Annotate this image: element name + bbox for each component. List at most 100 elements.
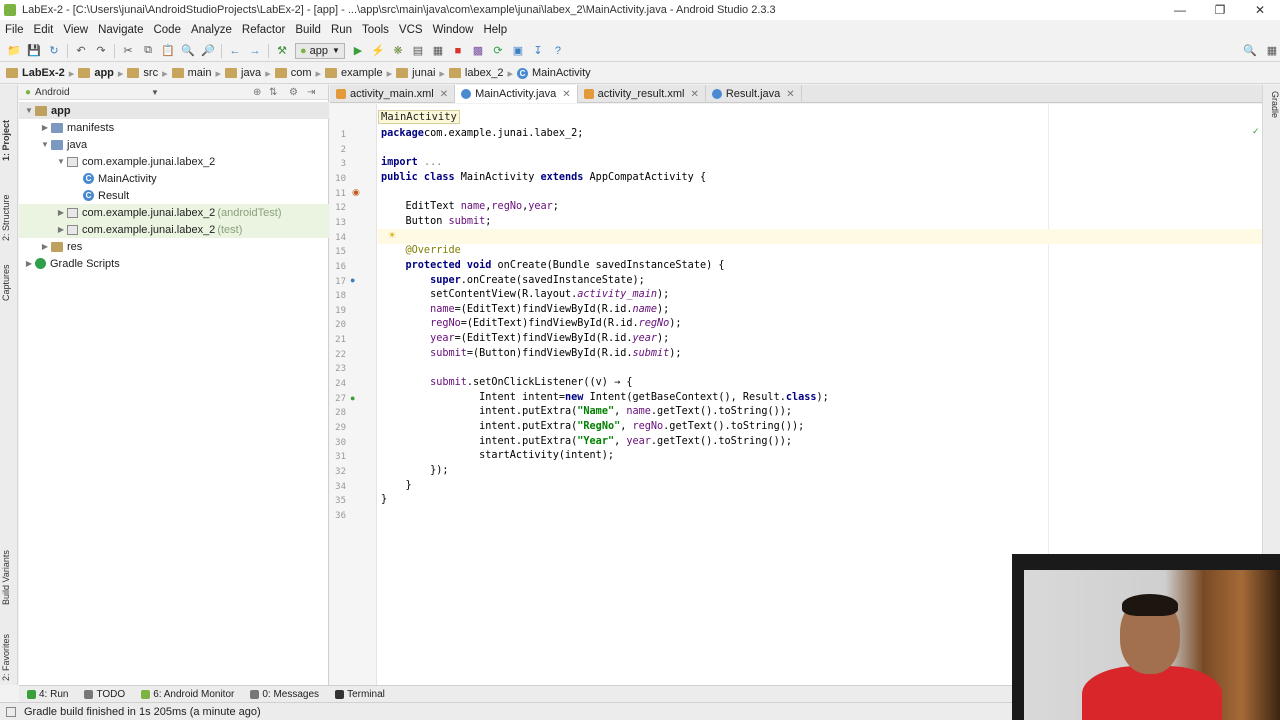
breadcrumb-item[interactable]: java <box>225 67 261 79</box>
run-icon[interactable]: ▶ <box>350 43 366 59</box>
override-gutter-icon[interactable]: ◉ <box>352 187 360 198</box>
menu-code[interactable]: Code <box>148 24 186 36</box>
menu-tools[interactable]: Tools <box>357 24 394 36</box>
apply-changes-icon[interactable]: ⚡ <box>370 43 386 59</box>
override-method-icon[interactable]: ● <box>350 275 355 285</box>
chevron-down-icon[interactable]: ▼ <box>151 88 159 97</box>
chevron-down-icon[interactable]: ▼ <box>39 140 51 149</box>
tool-tab-gradle[interactable]: Gradle <box>1264 91 1280 141</box>
open-folder-icon[interactable]: 📁 <box>6 43 22 59</box>
tree-item-res[interactable]: ▶ res <box>19 238 329 255</box>
tool-tab-android-monitor[interactable]: 6: Android Monitor <box>133 689 242 700</box>
breadcrumb-item[interactable]: LabEx-2 <box>6 67 65 79</box>
forward-icon[interactable]: → <box>247 43 263 59</box>
breadcrumb-item[interactable]: app <box>78 67 114 79</box>
breadcrumb-item[interactable]: labex_2 <box>448 67 503 79</box>
copy-icon[interactable]: ⧉ <box>140 43 156 59</box>
gear-icon[interactable]: ⚙ <box>289 87 298 98</box>
help-icon[interactable]: ? <box>550 43 566 59</box>
tool-tab-project[interactable]: 1: Project <box>1 91 17 161</box>
close-button[interactable]: ✕ <box>1240 0 1280 20</box>
breadcrumb-item[interactable]: example <box>325 67 383 79</box>
sync-icon[interactable]: ↻ <box>46 43 62 59</box>
breadcrumb-item[interactable]: com <box>274 67 312 79</box>
menu-file[interactable]: File <box>0 24 29 36</box>
tree-item-package-test[interactable]: ▶ com.example.junai.labex_2 (test) <box>19 221 329 238</box>
tree-item-java[interactable]: ▼ java <box>19 136 329 153</box>
tree-item-package-androidtest[interactable]: ▶ com.example.junai.labex_2 (androidTest… <box>19 204 329 221</box>
breadcrumb-item[interactable]: main <box>171 67 211 79</box>
menu-run[interactable]: Run <box>326 24 357 36</box>
close-icon[interactable]: ✕ <box>786 89 794 100</box>
lightbulb-icon[interactable]: ☀ <box>388 230 396 241</box>
replace-icon[interactable]: 🔎 <box>200 43 216 59</box>
close-icon[interactable]: ✕ <box>562 89 570 100</box>
tree-item-package[interactable]: ▼ com.example.junai.labex_2 <box>19 153 329 170</box>
tool-tab-build-variants[interactable]: Build Variants <box>1 525 17 605</box>
close-icon[interactable]: ✕ <box>690 89 698 100</box>
project-structure-icon[interactable]: ▣ <box>510 43 526 59</box>
chevron-down-icon[interactable]: ▼ <box>23 106 35 115</box>
chevron-right-icon[interactable]: ▶ <box>55 225 67 234</box>
menu-build[interactable]: Build <box>290 24 326 36</box>
menu-window[interactable]: Window <box>428 24 479 36</box>
stop-icon[interactable]: ■ <box>450 43 466 59</box>
hide-icon[interactable]: ⇥ <box>307 87 315 98</box>
tool-windows-icon[interactable] <box>6 706 16 717</box>
tree-item-gradle-scripts[interactable]: ▶ Gradle Scripts <box>19 255 329 272</box>
menu-refactor[interactable]: Refactor <box>237 24 290 36</box>
gradle-sync-icon[interactable]: ⟳ <box>490 43 506 59</box>
attach-debugger-icon[interactable]: ▦ <box>430 43 446 59</box>
find-icon[interactable]: 🔍 <box>180 43 196 59</box>
profile-icon[interactable]: ▤ <box>410 43 426 59</box>
collapse-icon[interactable]: ⇅ <box>269 87 277 98</box>
menu-navigate[interactable]: Navigate <box>93 24 148 36</box>
menu-vcs[interactable]: VCS <box>394 24 428 36</box>
run-config-select[interactable]: ● app ▼ <box>295 42 345 59</box>
chevron-right-icon[interactable]: ▶ <box>55 208 67 217</box>
restore-button[interactable]: ❐ <box>1200 0 1240 20</box>
save-all-icon[interactable]: 💾 <box>26 43 42 59</box>
tool-tab-messages[interactable]: 0: Messages <box>242 689 327 700</box>
cut-icon[interactable]: ✂ <box>120 43 136 59</box>
tool-tab-run[interactable]: 4: Run <box>19 689 76 700</box>
chevron-right-icon[interactable]: ▶ <box>23 259 35 268</box>
tree-item-mainactivity[interactable]: C MainActivity <box>19 170 329 187</box>
tool-tab-terminal[interactable]: Terminal <box>327 689 393 700</box>
chevron-right-icon[interactable]: ▶ <box>39 242 51 251</box>
menu-view[interactable]: View <box>58 24 93 36</box>
tab-activity-result-xml[interactable]: activity_result.xml ✕ <box>578 85 706 103</box>
paste-icon[interactable]: 📋 <box>160 43 176 59</box>
tool-tab-favorites[interactable]: 2: Favorites <box>1 611 17 681</box>
redo-icon[interactable]: ↷ <box>93 43 109 59</box>
undo-icon[interactable]: ↶ <box>73 43 89 59</box>
close-icon[interactable]: ✕ <box>440 89 448 100</box>
breadcrumb-item[interactable]: C MainActivity <box>517 67 591 79</box>
tool-tab-captures[interactable]: Captures <box>1 241 17 301</box>
tree-item-app[interactable]: ▼ app <box>19 102 329 119</box>
lambda-gutter-icon[interactable]: ● <box>350 393 355 403</box>
breadcrumb-item[interactable]: src <box>127 67 158 79</box>
tree-item-result[interactable]: C Result <box>19 187 329 204</box>
tab-activity-main-xml[interactable]: activity_main.xml ✕ <box>330 85 456 103</box>
menu-help[interactable]: Help <box>478 24 512 36</box>
breadcrumb-item[interactable]: junai <box>396 67 435 79</box>
menu-edit[interactable]: Edit <box>29 24 59 36</box>
debug-icon[interactable]: ❋ <box>390 43 406 59</box>
avd-manager-icon[interactable]: ▩ <box>470 43 486 59</box>
menu-analyze[interactable]: Analyze <box>186 24 237 36</box>
minimize-button[interactable]: — <box>1160 0 1200 20</box>
chevron-right-icon[interactable]: ▶ <box>39 123 51 132</box>
tool-tab-todo[interactable]: TODO <box>76 689 133 700</box>
chevron-down-icon[interactable]: ▼ <box>55 157 67 166</box>
make-project-icon[interactable]: ⚒ <box>274 43 290 59</box>
project-view-mode[interactable]: Android <box>35 87 69 98</box>
back-icon[interactable]: ← <box>227 43 243 59</box>
presentation-icon[interactable]: ▦ <box>1264 43 1280 59</box>
search-everywhere-icon[interactable]: 🔍 <box>1242 43 1258 59</box>
tab-mainactivity-java[interactable]: MainActivity.java ✕ <box>455 85 578 103</box>
tool-tab-structure[interactable]: 2: Structure <box>1 161 17 241</box>
tab-result-java[interactable]: Result.java ✕ <box>706 85 802 103</box>
sdk-manager-icon[interactable]: ↧ <box>530 43 546 59</box>
tree-item-manifests[interactable]: ▶ manifests <box>19 119 329 136</box>
